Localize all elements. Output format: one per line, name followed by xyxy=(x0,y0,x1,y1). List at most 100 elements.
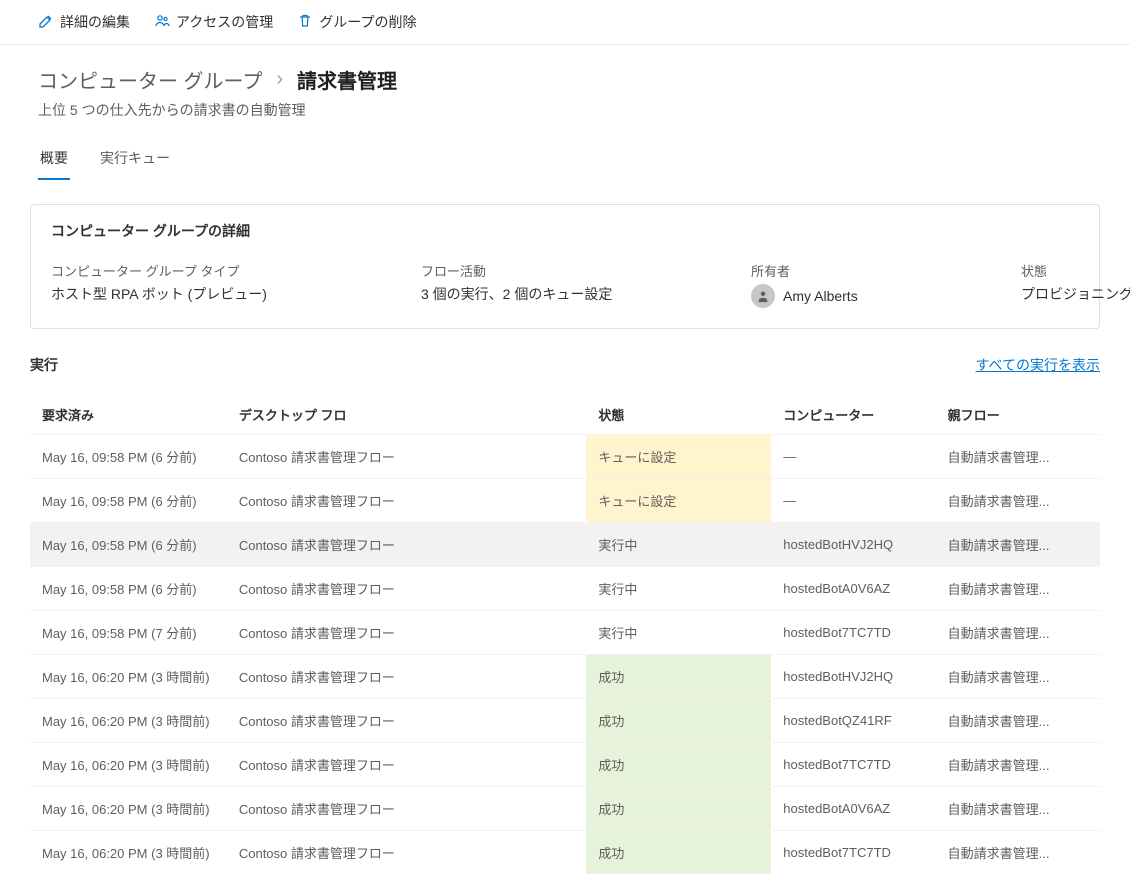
delete-group-label: グループの削除 xyxy=(319,12,416,32)
breadcrumb-current: 請求書管理 xyxy=(297,65,397,94)
breadcrumb-parent[interactable]: コンピューター グループ xyxy=(38,65,262,94)
cell-state: 成功 xyxy=(586,831,771,875)
cell-desktop-flow: Contoso 請求書管理フロー xyxy=(227,567,587,611)
cell-requested: May 16, 09:58 PM (6 分前) xyxy=(30,567,227,611)
table-row[interactable]: May 16, 09:58 PM (6 分前)Contoso 請求書管理フロー実… xyxy=(30,567,1100,611)
cell-requested: May 16, 06:20 PM (3 時間前) xyxy=(30,655,227,699)
cell-desktop-flow: Contoso 請求書管理フロー xyxy=(227,787,587,831)
cell-computer: hostedBotQZ41RF xyxy=(771,699,935,743)
detail-activity-label: フロー活動 xyxy=(421,261,681,280)
page-header: コンピューター グループ › 請求書管理 上位 5 つの仕入先からの請求書の自動… xyxy=(0,45,1130,180)
cell-state: 実行中 xyxy=(586,523,771,567)
cell-parent-flow: 自動請求書管理... xyxy=(936,787,1100,831)
cell-parent-flow: 自動請求書管理... xyxy=(936,655,1100,699)
cell-requested: May 16, 06:20 PM (3 時間前) xyxy=(30,743,227,787)
cell-parent-flow: 自動請求書管理... xyxy=(936,743,1100,787)
cell-requested: May 16, 06:20 PM (3 時間前) xyxy=(30,787,227,831)
cell-requested: May 16, 09:58 PM (7 分前) xyxy=(30,611,227,655)
chevron-right-icon: › xyxy=(276,68,283,91)
edit-icon xyxy=(38,13,54,32)
cell-parent-flow: 自動請求書管理... xyxy=(936,523,1100,567)
cell-requested: May 16, 09:58 PM (6 分前) xyxy=(30,435,227,479)
delete-group-button[interactable]: グループの削除 xyxy=(297,12,416,32)
runs-section: 実行 すべての実行を表示 要求済み デスクトップ フロ 状態 コンピューター 親… xyxy=(30,355,1100,874)
col-header-requested[interactable]: 要求済み xyxy=(30,395,227,435)
cell-desktop-flow: Contoso 請求書管理フロー xyxy=(227,611,587,655)
manage-access-label: アクセスの管理 xyxy=(176,12,273,32)
runs-header: 実行 すべての実行を表示 xyxy=(30,355,1100,375)
detail-owner-label: 所有者 xyxy=(751,261,951,280)
tab-bar: 概要 実行キュー xyxy=(38,140,1092,180)
cell-desktop-flow: Contoso 請求書管理フロー xyxy=(227,655,587,699)
cell-requested: May 16, 06:20 PM (3 時間前) xyxy=(30,699,227,743)
cell-parent-flow: 自動請求書管理... xyxy=(936,567,1100,611)
table-row[interactable]: May 16, 09:58 PM (7 分前)Contoso 請求書管理フロー実… xyxy=(30,611,1100,655)
col-header-computer[interactable]: コンピューター xyxy=(771,395,935,435)
cell-parent-flow: 自動請求書管理... xyxy=(936,435,1100,479)
detail-owner: 所有者 Amy Alberts xyxy=(751,261,951,308)
detail-type-value: ホスト型 RPA ボット (プレビュー) xyxy=(51,284,351,304)
col-header-parent[interactable]: 親フロー xyxy=(936,395,1100,435)
cell-parent-flow: 自動請求書管理... xyxy=(936,479,1100,523)
cell-state: 成功 xyxy=(586,699,771,743)
cell-state: 成功 xyxy=(586,655,771,699)
cell-computer: hostedBot7TC7TD xyxy=(771,611,935,655)
cell-state: 成功 xyxy=(586,743,771,787)
detail-state-label: 状態 xyxy=(1021,261,1130,280)
edit-details-button[interactable]: 詳細の編集 xyxy=(38,12,130,32)
cell-state: キューに設定 xyxy=(586,435,771,479)
tab-overview[interactable]: 概要 xyxy=(38,140,70,180)
cell-parent-flow: 自動請求書管理... xyxy=(936,699,1100,743)
table-row[interactable]: May 16, 06:20 PM (3 時間前)Contoso 請求書管理フロー… xyxy=(30,787,1100,831)
table-row[interactable]: May 16, 06:20 PM (3 時間前)Contoso 請求書管理フロー… xyxy=(30,831,1100,875)
cell-computer: — xyxy=(771,479,935,523)
cell-requested: May 16, 06:20 PM (3 時間前) xyxy=(30,831,227,875)
people-icon xyxy=(154,13,170,32)
detail-state-value: プロビジョニング中 xyxy=(1021,284,1130,304)
table-row[interactable]: May 16, 09:58 PM (6 分前)Contoso 請求書管理フローキ… xyxy=(30,479,1100,523)
cell-state: 実行中 xyxy=(586,567,771,611)
view-all-runs-link[interactable]: すべての実行を表示 xyxy=(976,355,1100,375)
col-header-desktop-flow[interactable]: デスクトップ フロ xyxy=(227,395,587,435)
cell-computer: — xyxy=(771,435,935,479)
cell-desktop-flow: Contoso 請求書管理フロー xyxy=(227,743,587,787)
details-grid: コンピューター グループ タイプ ホスト型 RPA ボット (プレビュー) フロ… xyxy=(51,261,1079,308)
cell-computer: hostedBot7TC7TD xyxy=(771,743,935,787)
cell-desktop-flow: Contoso 請求書管理フロー xyxy=(227,523,587,567)
table-row[interactable]: May 16, 06:20 PM (3 時間前)Contoso 請求書管理フロー… xyxy=(30,655,1100,699)
cell-desktop-flow: Contoso 請求書管理フロー xyxy=(227,699,587,743)
page-subtitle: 上位 5 つの仕入先からの請求書の自動管理 xyxy=(38,100,1092,120)
manage-access-button[interactable]: アクセスの管理 xyxy=(154,12,273,32)
table-row[interactable]: May 16, 09:58 PM (6 分前)Contoso 請求書管理フローキ… xyxy=(30,435,1100,479)
cell-desktop-flow: Contoso 請求書管理フロー xyxy=(227,479,587,523)
detail-owner-name: Amy Alberts xyxy=(783,288,858,304)
runs-title: 実行 xyxy=(30,355,58,375)
cell-computer: hostedBot7TC7TD xyxy=(771,831,935,875)
table-row[interactable]: May 16, 06:20 PM (3 時間前)Contoso 請求書管理フロー… xyxy=(30,699,1100,743)
cell-parent-flow: 自動請求書管理... xyxy=(936,611,1100,655)
edit-details-label: 詳細の編集 xyxy=(60,12,130,32)
cell-computer: hostedBotA0V6AZ xyxy=(771,787,935,831)
details-card: コンピューター グループの詳細 コンピューター グループ タイプ ホスト型 RP… xyxy=(30,204,1100,329)
detail-state: 状態 プロビジョニング中 xyxy=(1021,261,1130,308)
detail-type-label: コンピューター グループ タイプ xyxy=(51,261,351,280)
table-row[interactable]: May 16, 09:58 PM (6 分前)Contoso 請求書管理フロー実… xyxy=(30,523,1100,567)
detail-activity: フロー活動 3 個の実行、2 個のキュー設定 xyxy=(421,261,681,308)
breadcrumb: コンピューター グループ › 請求書管理 xyxy=(38,65,1092,94)
cell-desktop-flow: Contoso 請求書管理フロー xyxy=(227,435,587,479)
delete-icon xyxy=(297,13,313,32)
details-card-title: コンピューター グループの詳細 xyxy=(51,221,1079,241)
tab-run-queue[interactable]: 実行キュー xyxy=(98,140,172,180)
table-row[interactable]: May 16, 06:20 PM (3 時間前)Contoso 請求書管理フロー… xyxy=(30,743,1100,787)
table-header-row: 要求済み デスクトップ フロ 状態 コンピューター 親フロー xyxy=(30,395,1100,435)
runs-table: 要求済み デスクトップ フロ 状態 コンピューター 親フロー May 16, 0… xyxy=(30,395,1100,874)
col-header-state[interactable]: 状態 xyxy=(586,395,771,435)
avatar xyxy=(751,284,775,308)
detail-owner-value: Amy Alberts xyxy=(751,284,951,308)
detail-activity-value: 3 個の実行、2 個のキュー設定 xyxy=(421,284,681,304)
cell-state: 成功 xyxy=(586,787,771,831)
command-bar: 詳細の編集 アクセスの管理 グループの削除 xyxy=(0,0,1130,45)
cell-state: キューに設定 xyxy=(586,479,771,523)
detail-type: コンピューター グループ タイプ ホスト型 RPA ボット (プレビュー) xyxy=(51,261,351,308)
cell-computer: hostedBotHVJ2HQ xyxy=(771,655,935,699)
